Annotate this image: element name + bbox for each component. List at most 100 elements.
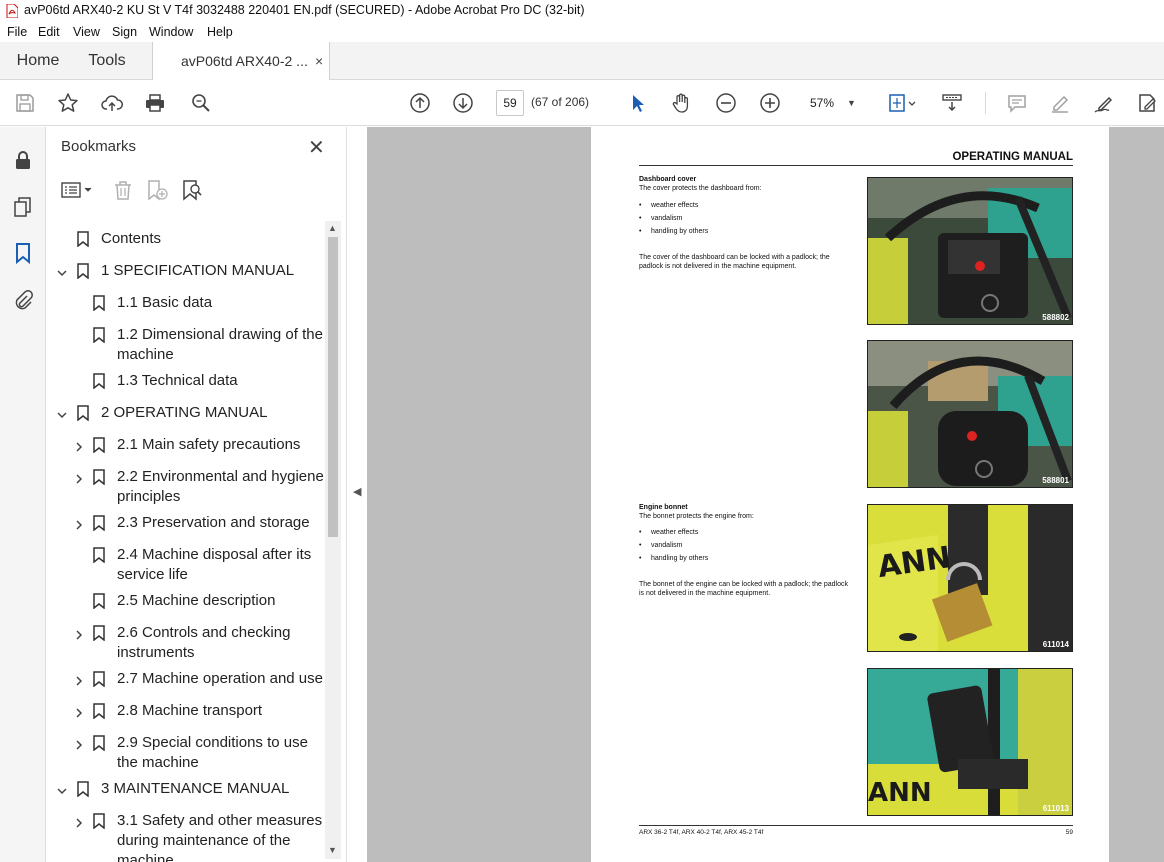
window-title: avP06td ARX40-2 KU St V T4f 3032488 2204… — [24, 3, 585, 17]
find-bookmark-icon[interactable] — [181, 179, 203, 201]
bullet-marker: • — [639, 215, 642, 222]
menu-file[interactable]: File — [7, 25, 27, 39]
bookmark-panel-icon[interactable] — [10, 240, 36, 266]
footer-models: ARX 36-2 T4f, ARX 40-2 T4f, ARX 45-2 T4f — [639, 829, 764, 836]
cloud-upload-icon[interactable] — [99, 90, 125, 116]
bullet-marker: • — [639, 555, 642, 562]
section-title: Dashboard cover — [639, 176, 697, 183]
bookmark-label: 1.1 Basic data — [117, 294, 213, 311]
bookmarks-panel: Bookmarks ✕ Contents 1 SPECIFICATION MANU… — [46, 127, 346, 862]
chevron-right-icon[interactable] — [73, 627, 85, 640]
bookmark-label: Contents — [101, 230, 162, 247]
star-icon[interactable] — [55, 90, 81, 116]
bookmark-label: 3 MAINTENANCE MANUAL — [101, 780, 290, 797]
hand-tool-icon[interactable] — [668, 90, 694, 116]
bookmark-item[interactable]: 2.4 Machine disposal after its service l… — [46, 545, 326, 589]
bookmark-label: 2.9 Special conditions to use the machin… — [117, 734, 308, 771]
fit-page-icon[interactable] — [884, 90, 920, 116]
bookmark-item[interactable]: 2.6 Controls and checking instruments — [46, 623, 326, 667]
menu-help[interactable]: Help — [207, 25, 233, 39]
bookmark-item[interactable]: 1.2 Dimensional drawing of the machine — [46, 325, 326, 369]
chevron-right-icon[interactable] — [73, 517, 85, 530]
chevron-right-icon[interactable] — [73, 815, 85, 828]
bookmark-item[interactable]: 2.9 Special conditions to use the machin… — [46, 733, 326, 777]
scroll-mode-icon[interactable] — [939, 90, 965, 116]
bookmark-icon — [93, 671, 105, 688]
bookmark-label: 2.5 Machine description — [117, 592, 276, 609]
bookmark-item[interactable]: 3.1 Safety and other measures during mai… — [46, 811, 326, 862]
bookmark-label: 2.2 Environmental and hygiene principles — [117, 468, 324, 505]
page-footer: ARX 36-2 T4f, ARX 40-2 T4f, ARX 45-2 T4f… — [639, 825, 1073, 836]
lock-icon[interactable] — [10, 147, 36, 173]
chevron-right-icon[interactable] — [73, 471, 85, 484]
bookmark-icon — [93, 373, 105, 390]
new-bookmark-icon[interactable] — [146, 179, 168, 201]
photo-label: 611014 — [1042, 640, 1069, 649]
panel-splitter[interactable]: ◀ — [346, 127, 367, 862]
collapse-panel-icon[interactable]: ◀ — [353, 485, 361, 498]
delete-bookmark-icon[interactable] — [112, 179, 134, 201]
bookmarks-scrollbar[interactable]: ▲ ▼ — [325, 221, 341, 859]
chevron-down-icon[interactable] — [56, 265, 68, 277]
print-icon[interactable] — [142, 90, 168, 116]
close-icon[interactable]: ✕ — [308, 135, 325, 160]
next-page-icon[interactable] — [450, 90, 476, 116]
menu-edit[interactable]: Edit — [38, 25, 60, 39]
zoom-search-icon[interactable] — [188, 90, 214, 116]
bookmark-label: 1 SPECIFICATION MANUAL — [101, 262, 295, 279]
menu-view[interactable]: View — [73, 25, 100, 39]
decal-text: ANN — [868, 778, 932, 808]
tab-home[interactable]: Home — [0, 42, 76, 80]
attachment-icon[interactable] — [10, 287, 36, 313]
pages-thumbnail-icon[interactable] — [10, 194, 36, 220]
scroll-up-icon[interactable]: ▲ — [328, 223, 337, 233]
bookmark-label: 2.8 Machine transport — [117, 702, 263, 719]
toolbar-divider — [985, 92, 986, 114]
bookmark-label: 2 OPERATING MANUAL — [101, 404, 268, 421]
left-rail — [0, 127, 46, 862]
chevron-down-icon[interactable] — [56, 783, 68, 795]
scrollbar-thumb[interactable] — [328, 237, 338, 537]
tab-document-label: avP06td ARX40-2 ... — [181, 53, 308, 69]
bookmarks-header: Bookmarks — [61, 138, 137, 155]
highlight-pen-icon[interactable] — [1047, 90, 1073, 116]
previous-page-icon[interactable] — [407, 90, 433, 116]
chevron-right-icon[interactable] — [73, 705, 85, 718]
chevron-right-icon[interactable] — [73, 439, 85, 452]
tab-document[interactable]: avP06td ARX40-2 ... × — [152, 42, 330, 81]
bookmark-label: 2.4 Machine disposal after its service l… — [117, 546, 312, 583]
menu-bar: File Edit View Sign Window Help — [0, 22, 1164, 42]
zoom-out-icon[interactable] — [713, 90, 739, 116]
zoom-level-select[interactable]: 57% ▼ — [800, 90, 864, 116]
bullet-item: vandalism — [651, 542, 683, 549]
pdf-file-icon — [6, 4, 18, 18]
bookmark-icon — [93, 625, 105, 642]
sign-icon[interactable] — [1091, 90, 1117, 116]
bookmark-icon — [93, 469, 105, 486]
zoom-in-icon[interactable] — [757, 90, 783, 116]
chevron-right-icon[interactable] — [73, 737, 85, 750]
bookmark-item[interactable]: 2.2 Environmental and hygiene principles — [46, 467, 326, 511]
select-cursor-icon[interactable] — [625, 90, 651, 116]
scroll-down-icon[interactable]: ▼ — [328, 845, 337, 855]
menu-sign[interactable]: Sign — [112, 25, 137, 39]
bookmark-icon — [93, 813, 105, 830]
chevron-down-icon[interactable] — [56, 407, 68, 419]
comment-icon[interactable] — [1004, 90, 1030, 116]
chevron-right-icon[interactable] — [73, 673, 85, 686]
document-view[interactable]: OPERATING MANUAL Dashboard cover The cov… — [367, 127, 1164, 862]
bonnet-photo-1: ANN 611014 — [867, 504, 1073, 652]
tab-close-button[interactable]: × — [315, 42, 323, 80]
menu-window[interactable]: Window — [149, 25, 193, 39]
section-note: The bonnet of the engine can be locked w… — [639, 581, 848, 597]
page-number-input[interactable]: 59 — [496, 90, 524, 116]
save-icon[interactable] — [12, 90, 38, 116]
fill-sign-icon[interactable] — [1134, 90, 1160, 116]
bullet-item: vandalism — [651, 215, 683, 222]
bullet-marker: • — [639, 228, 642, 235]
bookmark-label: 1.2 Dimensional drawing of the machine — [117, 326, 323, 363]
bookmark-options-button[interactable] — [60, 179, 94, 201]
tab-tools[interactable]: Tools — [76, 42, 138, 80]
zoom-level-value: 57% — [810, 96, 835, 110]
bookmark-label: 1.3 Technical data — [117, 372, 238, 389]
